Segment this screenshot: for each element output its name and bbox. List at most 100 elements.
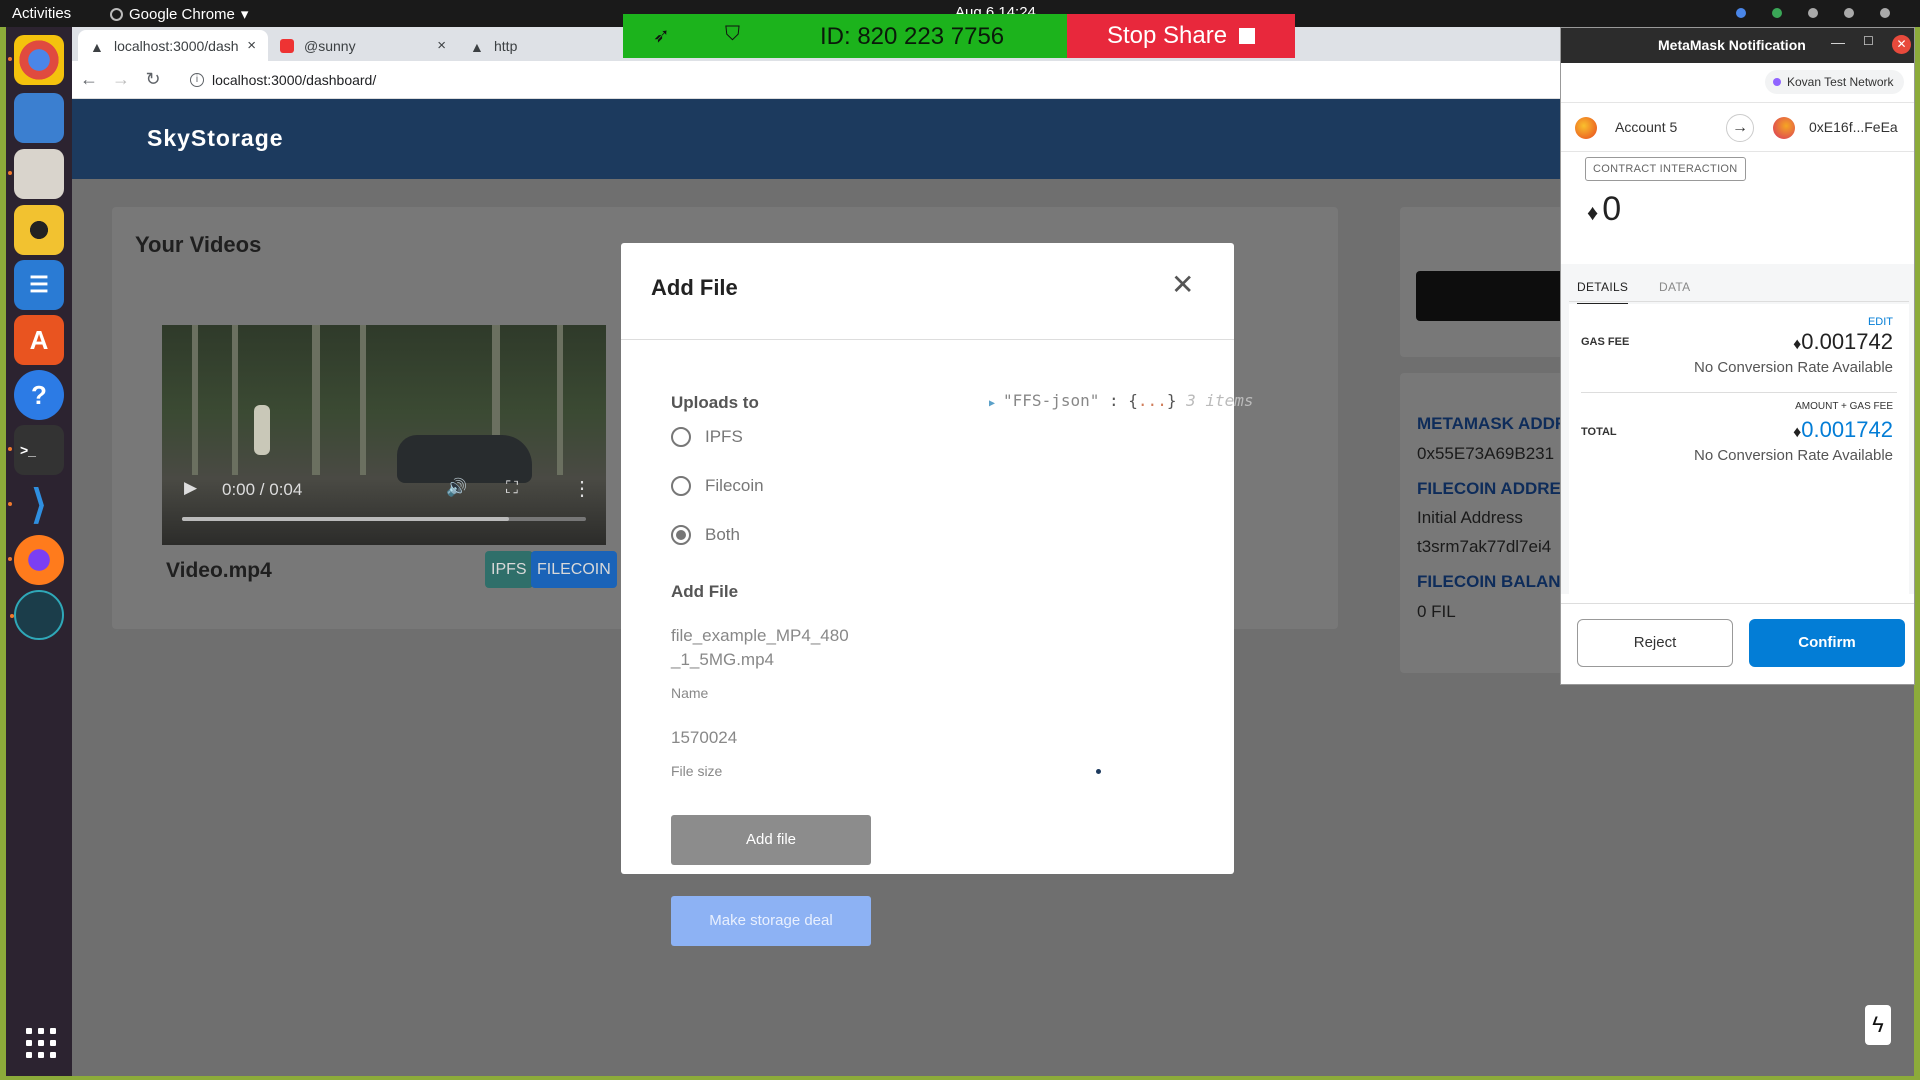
stop-share-button[interactable]: Stop Share — [1067, 14, 1295, 58]
json-viewer[interactable]: ▶ "FFS-json" : {...} 3 items — [989, 391, 1254, 410]
fee-divider — [1581, 392, 1897, 393]
filecoin-chip[interactable]: FILECOIN — [531, 551, 617, 588]
footer-divider — [1561, 603, 1914, 604]
firefox-icon[interactable] — [8, 535, 64, 585]
radio-label: IPFS — [705, 427, 743, 446]
tray-power-icon[interactable] — [1880, 8, 1890, 18]
radio-ipfs[interactable]: IPFS — [671, 427, 743, 447]
filecoin-initial-label: Initial Address — [1417, 508, 1523, 527]
file-name-line: _1_5MG.mp4 — [671, 650, 774, 669]
tab-sunny[interactable]: @sunny × — [268, 30, 458, 61]
video-name: Video.mp4 — [166, 559, 272, 582]
json-brace-close: } — [1166, 391, 1177, 410]
eth-icon: ♦ — [1793, 336, 1802, 353]
pointer-icon[interactable]: ➶ — [653, 23, 670, 48]
modal-title: Add File — [651, 275, 738, 300]
network-badge[interactable]: Kovan Test Network — [1765, 70, 1904, 94]
app-favicon-icon — [280, 38, 294, 53]
close-tab-icon[interactable]: × — [247, 37, 256, 54]
chrome-small-icon — [110, 7, 123, 21]
fullscreen-icon[interactable]: ⛶ — [506, 478, 518, 498]
network-name: Kovan Test Network — [1787, 75, 1894, 89]
reject-button[interactable]: Reject — [1577, 619, 1733, 667]
help-icon[interactable]: ? — [14, 370, 64, 420]
app-menu[interactable]: Google Chrome ▾ — [110, 5, 248, 23]
vscode-icon[interactable]: ⟩ — [8, 480, 64, 530]
tray-app-icon[interactable] — [1772, 8, 1782, 18]
radio-both[interactable]: Both — [671, 525, 740, 545]
files-icon[interactable] — [8, 149, 64, 199]
play-icon[interactable]: ▶ — [184, 478, 197, 498]
brand-logo[interactable]: SkyStorage — [147, 125, 284, 152]
volume-icon[interactable]: 🔊 — [446, 478, 467, 498]
forward-icon[interactable]: → — [106, 69, 136, 90]
tray-network-icon[interactable] — [1808, 8, 1818, 18]
shield-icon[interactable]: ⛉ — [725, 23, 740, 46]
rhythmbox-icon[interactable] — [14, 205, 64, 255]
video-player[interactable]: ▶ 0:00 / 0:04 🔊 ⛶ ⋮ — [162, 325, 606, 545]
action-button[interactable] — [1416, 271, 1576, 321]
reload-icon[interactable]: ↻ — [138, 69, 168, 90]
writer-icon[interactable]: ☰ — [14, 260, 64, 310]
back-icon[interactable]: ← — [74, 69, 104, 90]
close-icon[interactable]: ✕ — [1171, 271, 1194, 299]
tab-http[interactable]: ▲ http — [458, 30, 538, 61]
lightning-icon[interactable]: ϟ — [1865, 1005, 1891, 1045]
modal-divider — [621, 339, 1234, 340]
dock: ☰ A ? >_ ⟩ — [6, 27, 72, 1076]
edit-gas-link[interactable]: EDIT — [1868, 316, 1893, 328]
maximize-icon[interactable]: ☐ — [1863, 34, 1874, 48]
show-applications-icon[interactable] — [26, 1028, 56, 1058]
warning-icon: ▲ — [470, 38, 484, 55]
to-address[interactable]: 0xE16f...FeEa — [1809, 119, 1898, 135]
address-bar[interactable]: i localhost:3000/dashboard/ — [176, 65, 1676, 94]
ipfs-chip[interactable]: IPFS — [485, 551, 533, 588]
transaction-amount: ♦ 0 — [1587, 190, 1621, 229]
total-number: 0.001742 — [1801, 417, 1893, 442]
eth-icon: ♦ — [1793, 424, 1802, 441]
thunderbird-icon[interactable] — [14, 93, 64, 143]
file-name-value: file_example_MP4_480 _1_5MG.mp4 — [671, 624, 849, 672]
screen-share-bar: ➶ ⛉ ID: 820 223 7756 Stop Share — [623, 14, 1295, 58]
confirm-button[interactable]: Confirm — [1749, 619, 1905, 667]
url-text: localhost:3000/dashboard/ — [212, 71, 377, 88]
site-info-icon[interactable]: i — [190, 72, 204, 87]
close-tab-icon[interactable]: × — [437, 37, 446, 54]
more-options-icon[interactable]: ⋮ — [572, 476, 592, 501]
tab-details[interactable]: DETAILS — [1577, 280, 1629, 305]
tab-dashboard[interactable]: ▲ localhost:3000/dashboard/ × — [78, 30, 268, 61]
from-account[interactable]: Account 5 — [1615, 119, 1677, 135]
close-window-icon[interactable]: ✕ — [1892, 35, 1911, 54]
video-time: 0:00 / 0:04 — [222, 480, 303, 499]
metamask-details: DETAILS DATA EDIT GAS FEE ♦0.001742 No C… — [1561, 264, 1914, 594]
gas-no-conversion: No Conversion Rate Available — [1693, 359, 1893, 376]
tray-volume-icon[interactable] — [1844, 8, 1854, 18]
expand-caret-icon[interactable]: ▶ — [989, 398, 995, 409]
total-no-conversion: No Conversion Rate Available — [1693, 447, 1893, 464]
radio-circle-selected — [671, 525, 691, 545]
terminal-icon[interactable]: >_ — [8, 425, 64, 475]
chrome-icon[interactable] — [8, 35, 64, 85]
make-storage-deal-button[interactable]: Make storage deal — [671, 896, 871, 946]
share-info-panel: ➶ ⛉ ID: 820 223 7756 — [623, 14, 1067, 58]
system-tray[interactable] — [1736, 8, 1890, 18]
contract-interaction-badge: CONTRACT INTERACTION — [1585, 157, 1746, 181]
tray-app-icon[interactable] — [1736, 8, 1746, 18]
video-seekbar[interactable] — [182, 517, 586, 521]
radio-filecoin[interactable]: Filecoin — [671, 476, 764, 496]
tab-title: @sunny — [304, 37, 356, 54]
json-key: "FFS-json" — [1003, 391, 1100, 410]
warning-icon: ▲ — [90, 38, 104, 55]
file-name-line: file_example_MP4_480 — [671, 626, 849, 645]
software-center-icon[interactable]: A — [14, 315, 64, 365]
stop-icon — [1239, 28, 1256, 44]
file-size-value: 1570024 — [671, 728, 738, 747]
tab-data[interactable]: DATA — [1659, 280, 1690, 294]
activities-button[interactable]: Activities — [12, 5, 71, 22]
add-file-button[interactable]: Add file — [671, 815, 871, 865]
account-row: Account 5 → 0xE16f...FeEa — [1561, 102, 1914, 152]
radio-circle — [671, 427, 691, 447]
minimize-icon[interactable]: — — [1831, 34, 1845, 50]
amount-gas-label: AMOUNT + GAS FEE — [1795, 401, 1893, 412]
gitkraken-icon[interactable] — [10, 590, 64, 640]
